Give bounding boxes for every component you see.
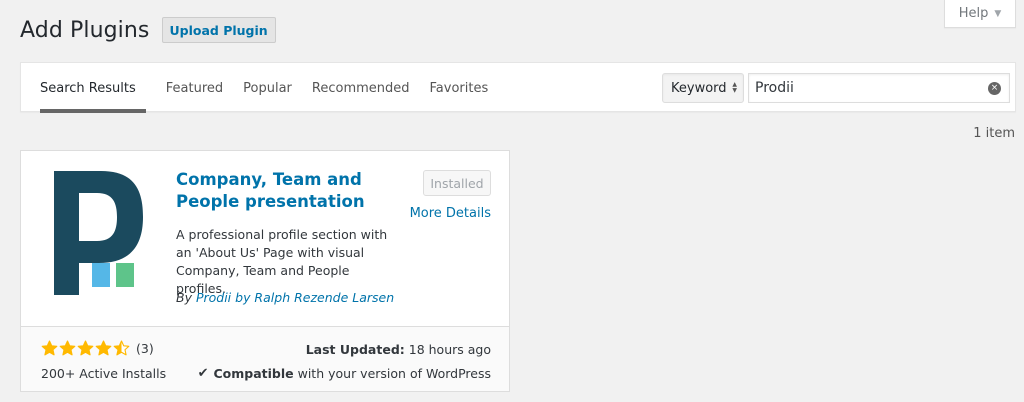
plugin-description: A professional profile section with an '… (176, 227, 388, 296)
plugin-card-top: Company, Team and People presentation In… (21, 151, 509, 326)
plugin-author: By Prodii by Ralph Rezende Larsen (176, 290, 394, 305)
tab-favorites[interactable]: Favorites (420, 63, 499, 113)
tab-featured[interactable]: Featured (156, 63, 233, 113)
search-input-value: Prodii (755, 80, 794, 96)
last-updated-label: Last Updated: (305, 342, 405, 357)
compat-suffix: with your version of WordPress (293, 366, 491, 381)
page-title: Add Plugins (20, 17, 150, 43)
star-filled-icon (77, 340, 94, 356)
page-header: Add Plugins Upload Plugin (20, 17, 276, 43)
active-installs: 200+ Active Installs (41, 366, 167, 381)
search-type-select[interactable]: Keyword ▲ ▼ (662, 73, 744, 103)
rating-stars (41, 340, 130, 357)
plugin-name-link[interactable]: Company, Team and People presentation (176, 169, 376, 213)
select-arrows-icon: ▲ ▼ (732, 81, 737, 94)
plugin-action-links: Installed More Details (391, 170, 491, 221)
installed-button: Installed (423, 170, 491, 196)
caret-down-icon: ▼ (994, 8, 1002, 19)
last-updated: Last Updated: 18 hours ago (306, 342, 491, 357)
clear-search-icon[interactable]: × (988, 82, 1001, 95)
tab-recommended[interactable]: Recommended (302, 63, 420, 113)
search-form: Keyword ▲ ▼ Prodii × (662, 73, 1010, 103)
filter-tabs: Search Results Featured Popular Recommen… (40, 63, 498, 113)
tab-popular[interactable]: Popular (233, 63, 302, 113)
compatibility: ✔ Compatible with your version of WordPr… (198, 366, 491, 381)
tab-search-results[interactable]: Search Results (40, 63, 156, 113)
prodii-logo-icon[interactable] (41, 169, 169, 297)
last-updated-value: 18 hours ago (404, 342, 491, 357)
search-plugins-input[interactable]: Prodii × (748, 73, 1010, 103)
result-count: 1 item (973, 126, 1015, 141)
star-filled-icon (59, 340, 76, 356)
star-filled-icon (41, 340, 58, 356)
compat-label: Compatible (213, 366, 294, 381)
help-tab-button[interactable]: Help ▼ (944, 0, 1016, 28)
more-details-link[interactable]: More Details (410, 206, 491, 221)
star-half-icon (113, 340, 130, 356)
star-rating: (3) (41, 340, 154, 357)
plugin-card: Company, Team and People presentation In… (20, 150, 510, 392)
author-prefix: By (176, 290, 196, 305)
upload-plugin-button[interactable]: Upload Plugin (161, 17, 276, 43)
checkmark-icon: ✔ (197, 366, 209, 381)
plugin-filter-bar: Search Results Featured Popular Recommen… (20, 62, 1016, 113)
plugin-card-bottom: (3) 200+ Active Installs Last Updated: 1… (21, 326, 509, 391)
star-filled-icon (95, 340, 112, 356)
rating-count: (3) (136, 341, 154, 356)
search-type-value: Keyword (671, 80, 727, 96)
help-label: Help (958, 6, 989, 21)
author-link[interactable]: Prodii by Ralph Rezende Larsen (196, 290, 394, 305)
